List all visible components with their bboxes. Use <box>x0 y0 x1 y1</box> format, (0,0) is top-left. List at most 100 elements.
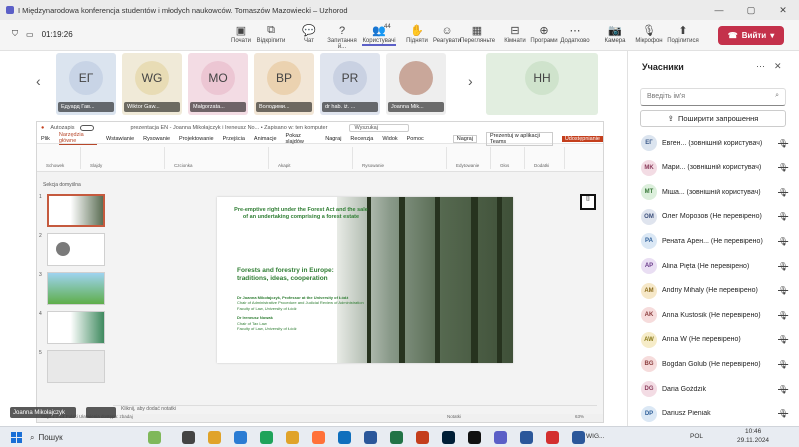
participant-row[interactable]: MT Міша... (зовнішній користувач) 🎙 <box>628 180 799 204</box>
edge-icon[interactable] <box>338 431 351 444</box>
chat-button[interactable]: 💬 Чат <box>292 23 326 44</box>
slide-thumbnail-4[interactable] <box>47 311 105 344</box>
slide-thumbnail-2[interactable] <box>47 233 105 266</box>
tab-home[interactable]: Narzędzia główne <box>58 132 98 145</box>
mic-muted-icon[interactable]: 🎙 <box>778 409 788 418</box>
tab-draw[interactable]: Rysowanie <box>143 136 170 142</box>
self-view-controls[interactable] <box>86 407 116 418</box>
powerpoint-search[interactable]: Wyszukaj <box>349 124 409 132</box>
word-icon[interactable] <box>572 431 585 444</box>
photoshop-icon[interactable] <box>442 431 455 444</box>
unpin-button[interactable]: ⧉ Відкріпити <box>254 23 288 44</box>
tab-transitions[interactable]: Przejścia <box>223 136 245 142</box>
gallery-prev-icon[interactable]: ‹ <box>36 73 41 89</box>
mic-muted-icon[interactable]: 🎙 <box>778 212 788 221</box>
apps-button[interactable]: ⊕ Програми <box>527 23 561 44</box>
video-tile[interactable]: WG Wiktor Gaw... <box>122 53 182 115</box>
task-view-icon[interactable] <box>182 431 195 444</box>
app-icon[interactable] <box>260 431 273 444</box>
slide-thumbnail-3[interactable] <box>47 272 105 305</box>
mic-muted-icon[interactable]: 🎙 <box>778 385 788 394</box>
video-tile[interactable]: HH <box>486 53 598 115</box>
slide-thumbnail-1[interactable] <box>47 194 105 227</box>
close-button[interactable]: ✕ <box>767 0 799 20</box>
share-ppt-button[interactable]: Udostępnianie <box>561 135 603 142</box>
ribbon-group-clipboard[interactable]: Schowek <box>41 146 81 169</box>
gallery-next-icon[interactable]: › <box>468 73 473 89</box>
language-indicator[interactable]: POL <box>690 433 703 440</box>
app-icon[interactable] <box>148 431 161 444</box>
participant-row[interactable]: BG Bogdan Golub (Не перевірено) 🎙 <box>628 352 799 376</box>
participant-row[interactable]: AM Andriy Mihaly (Не перевірено) 🎙 <box>628 279 799 303</box>
taskbar-search[interactable]: ⌕ Пошук <box>30 431 130 444</box>
app-icon[interactable] <box>234 431 247 444</box>
current-slide[interactable]: Pre-emptive right under the Forest Act a… <box>217 197 513 363</box>
leave-button[interactable]: ☎ Вийти ▾ <box>718 26 784 45</box>
more-options-icon[interactable]: ⋯ <box>756 61 765 72</box>
mic-muted-icon[interactable]: 🎙 <box>778 360 788 369</box>
maximize-button[interactable]: ▢ <box>735 0 767 20</box>
video-tile[interactable]: PR dr hab. iż. ... <box>320 53 380 115</box>
tab-insert[interactable]: Wstawianie <box>106 136 134 142</box>
autosave-toggle[interactable] <box>80 125 95 131</box>
pdf-icon[interactable] <box>546 431 559 444</box>
video-tile[interactable]: Joanna Mik... <box>386 53 446 115</box>
tab-file[interactable]: Plik <box>41 136 50 142</box>
app-icon[interactable] <box>468 431 481 444</box>
mic-muted-icon[interactable]: 🎙 <box>778 163 788 172</box>
excel-icon[interactable] <box>390 431 403 444</box>
participant-row[interactable]: OM Олег Морозов (Не перевірено) 🎙 <box>628 205 799 229</box>
participant-row[interactable]: AW Anna W (Не перевірено) 🎙 <box>628 328 799 352</box>
present-teams-button[interactable]: Prezentuj w aplikacji Teams <box>485 131 553 146</box>
word-icon[interactable] <box>364 431 377 444</box>
video-tile[interactable]: ЕГ Едуард Гав... <box>56 53 116 115</box>
share-button[interactable]: ⬆ Поділитися <box>666 23 700 44</box>
participant-row[interactable]: DP Dariusz Pieniak 🎙 <box>628 402 799 426</box>
minimize-button[interactable]: — <box>703 0 735 20</box>
ribbon-group-editing[interactable]: Edytowanie <box>451 146 491 169</box>
participant-search-input[interactable]: Введіть ім'я ⌕ <box>640 88 786 106</box>
participant-row[interactable]: DG Daria Goździk 🎙 <box>628 377 799 401</box>
mic-muted-icon[interactable]: 🎙 <box>778 139 788 148</box>
file-explorer-icon[interactable] <box>208 431 221 444</box>
mic-muted-icon[interactable]: 🎙 <box>778 335 788 344</box>
slide-thumbnail-5[interactable] <box>47 350 105 383</box>
participant-row[interactable]: MK Мари... (зовнішній користувач) 🎙 <box>628 156 799 180</box>
ribbon-group-font[interactable]: Czcionka <box>169 146 269 169</box>
mic-button[interactable]: 🎙 Мікрофон <box>632 23 666 44</box>
ribbon-group-paragraph[interactable]: Akapit <box>273 146 353 169</box>
start-button[interactable] <box>11 432 22 443</box>
camera-button[interactable]: 📷 Камера <box>598 23 632 44</box>
ribbon-group-addins[interactable]: Dodatki <box>529 146 565 169</box>
react-button[interactable]: ☺ Реагувати <box>430 23 464 45</box>
participant-row[interactable]: ЕГ Евген... (зовнішній користувач) 🎙 <box>628 131 799 155</box>
qa-button[interactable]: ? Запитання й... <box>325 23 359 51</box>
active-app-label[interactable]: WIG... <box>586 433 604 440</box>
view-button[interactable]: ▦ Перегляньте <box>460 23 495 44</box>
clock-date[interactable]: 29.11.2024 <box>737 437 769 444</box>
chevron-down-icon[interactable]: ▾ <box>770 31 774 40</box>
raise-button[interactable]: ✋ Підняти <box>400 23 434 44</box>
word-icon[interactable] <box>520 431 533 444</box>
tab-help[interactable]: Pomoc <box>407 136 424 142</box>
tab-record[interactable]: Nagraj <box>325 136 341 142</box>
video-tile[interactable]: MO Małgorzata... <box>188 53 248 115</box>
notes-button[interactable]: Notatki <box>447 414 461 419</box>
mic-muted-icon[interactable]: 🎙 <box>778 262 788 271</box>
teams-icon[interactable] <box>494 431 507 444</box>
people-button[interactable]: 👥 44 Користувачі <box>362 23 396 46</box>
tab-view[interactable]: Widok <box>382 136 397 142</box>
mic-muted-icon[interactable]: 🎙 <box>778 286 788 295</box>
participant-row[interactable]: AP Alina Pięta (Не перевірено) 🎙 <box>628 254 799 278</box>
tab-slideshow[interactable]: Pokaz slajdów <box>286 133 317 145</box>
ribbon-group-slides[interactable]: Slajdy <box>85 146 165 169</box>
tab-animations[interactable]: Animacje <box>254 136 277 142</box>
mic-muted-icon[interactable]: 🎙 <box>778 188 788 197</box>
mic-muted-icon[interactable]: 🎙 <box>778 237 788 246</box>
firefox-icon[interactable] <box>312 431 325 444</box>
ribbon-group-voice[interactable]: Głos <box>495 146 525 169</box>
more-button[interactable]: ⋯ Додатково <box>558 23 592 44</box>
pin-button[interactable]: ▣ Почати <box>224 23 258 44</box>
close-icon[interactable]: ✕ <box>774 61 782 72</box>
mic-muted-icon[interactable]: 🎙 <box>778 311 788 320</box>
